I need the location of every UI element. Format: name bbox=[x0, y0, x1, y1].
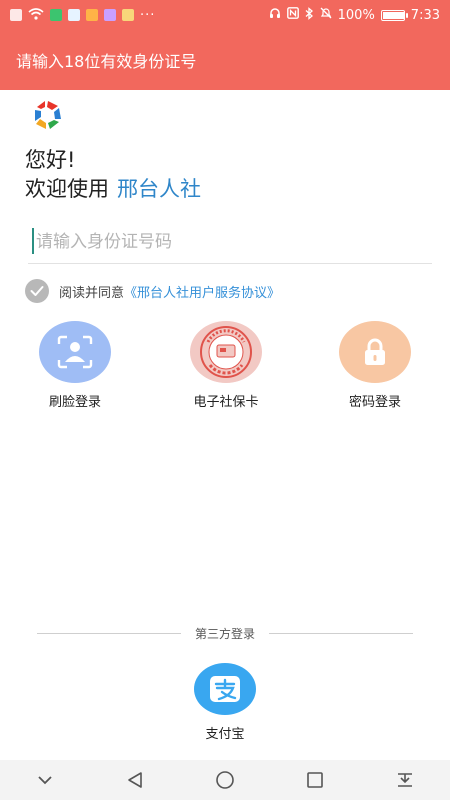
divider-line-left bbox=[37, 632, 181, 634]
photo-icon bbox=[122, 9, 134, 21]
app-icon bbox=[50, 9, 62, 21]
social-security-card-button[interactable]: 电子社保卡 bbox=[181, 321, 271, 410]
nfc-icon bbox=[286, 7, 299, 23]
app-icon bbox=[68, 9, 80, 21]
third-party-divider: 第三方登录 bbox=[37, 622, 414, 644]
greeting-text: 您好! bbox=[25, 148, 76, 172]
social-security-card-circle bbox=[190, 321, 262, 383]
system-nav-bar bbox=[0, 760, 450, 800]
app-logo bbox=[30, 97, 66, 133]
bluetooth-icon bbox=[305, 6, 314, 24]
password-login-label: 密码登录 bbox=[348, 395, 401, 410]
chevron-down-icon[interactable] bbox=[25, 765, 65, 795]
welcome-line: 欢迎使用 邢台人社 bbox=[25, 174, 201, 204]
home-icon[interactable] bbox=[205, 765, 245, 795]
silent-icon bbox=[320, 7, 332, 23]
face-login-circle bbox=[39, 321, 111, 383]
status-bar-notifications: ··· bbox=[10, 8, 155, 23]
app-name: 邢台人社 bbox=[117, 177, 201, 201]
agreement-link[interactable]: 《邢台人社用户服务协议》 bbox=[124, 282, 280, 301]
header-title: 请输入18位有效身份证号 bbox=[16, 52, 197, 71]
id-number-field[interactable] bbox=[28, 222, 432, 264]
social-security-card-icon bbox=[200, 326, 252, 378]
third-party-title: 第三方登录 bbox=[195, 626, 256, 641]
agreement-text: 阅读并同意 bbox=[59, 285, 125, 301]
agreement-row: 阅读并同意 《邢台人社用户服务协议》 bbox=[25, 279, 280, 303]
battery-icon bbox=[380, 9, 408, 21]
clock: 7:33 bbox=[410, 7, 440, 23]
app-icon bbox=[104, 9, 116, 21]
agreement-checkbox[interactable] bbox=[25, 279, 49, 303]
back-icon[interactable] bbox=[115, 765, 155, 795]
face-scan-icon bbox=[57, 335, 93, 369]
more-notifications: ··· bbox=[140, 7, 156, 23]
alipay-login-button[interactable]: 支付宝 bbox=[193, 663, 257, 742]
status-bar-system: 100% 7:33 bbox=[269, 6, 440, 24]
recents-icon[interactable] bbox=[295, 765, 335, 795]
divider-line-right bbox=[269, 632, 414, 634]
download-icon[interactable] bbox=[385, 765, 425, 795]
id-number-input[interactable] bbox=[32, 224, 432, 260]
lock-icon bbox=[365, 338, 385, 365]
header-bar: 请输入18位有效身份证号 bbox=[0, 30, 450, 90]
sim-icon bbox=[10, 9, 22, 21]
check-icon bbox=[30, 286, 44, 296]
alipay-icon bbox=[210, 676, 240, 702]
headset-icon bbox=[269, 7, 281, 23]
alipay-label: 支付宝 bbox=[205, 727, 245, 742]
face-login-label: 刷脸登录 bbox=[48, 395, 101, 410]
welcome-prefix: 欢迎使用 bbox=[25, 177, 109, 201]
password-login-circle bbox=[339, 321, 411, 383]
wifi-icon bbox=[28, 7, 44, 23]
password-login-button[interactable]: 密码登录 bbox=[330, 321, 420, 410]
battery-text: 100% bbox=[337, 7, 375, 23]
battery-level bbox=[382, 11, 405, 19]
app-icon bbox=[86, 9, 98, 21]
status-bar: ··· 100% 7:33 bbox=[0, 0, 450, 30]
social-security-card-label: 电子社保卡 bbox=[193, 395, 259, 410]
face-login-button[interactable]: 刷脸登录 bbox=[30, 321, 120, 410]
alipay-circle bbox=[194, 663, 256, 715]
